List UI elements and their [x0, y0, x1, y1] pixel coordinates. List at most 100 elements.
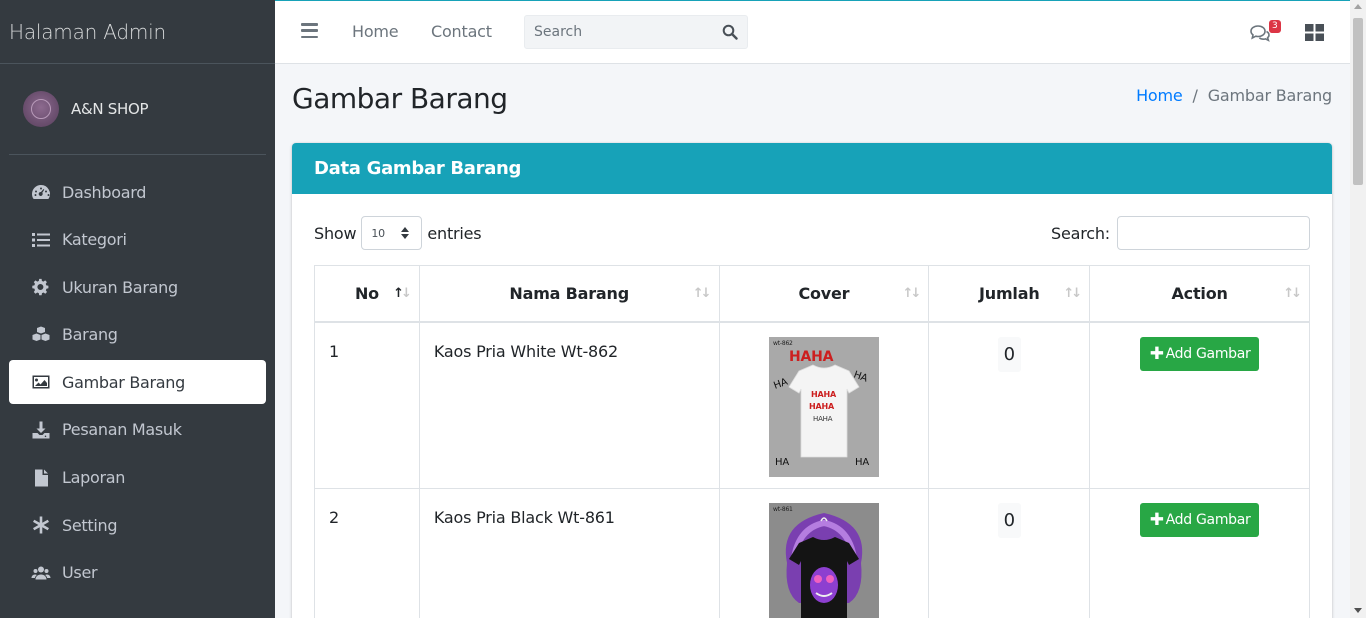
- nav-link-home[interactable]: Home: [352, 22, 399, 41]
- show-label: Show: [314, 223, 357, 243]
- hamburger-menu-icon[interactable]: [301, 23, 318, 39]
- sidebar-item-kategori[interactable]: Kategori: [9, 218, 266, 262]
- sidebar-item-ukuran-barang[interactable]: Ukuran Barang: [9, 265, 266, 309]
- svg-text:HA: HA: [775, 457, 789, 468]
- plus-icon: ✚: [1149, 343, 1164, 364]
- svg-text:HAHA: HAHA: [809, 402, 835, 411]
- sort-icon: ↑↓: [1283, 286, 1302, 301]
- asterisk-icon: [30, 514, 52, 536]
- entries-length-control: Show 10 entries: [314, 216, 482, 250]
- search-icon[interactable]: [719, 22, 741, 42]
- column-header-nama-barang[interactable]: Nama Barang ↑↓: [418, 265, 720, 323]
- brand[interactable]: Halaman Admin: [0, 0, 275, 64]
- page-title: Gambar Barang: [292, 82, 508, 115]
- cell-no: 1: [314, 321, 420, 489]
- sidebar-item-label: User: [62, 563, 98, 583]
- jumlah-value: 0: [997, 503, 1021, 538]
- top-navbar: Home Contact 3: [275, 0, 1350, 64]
- table-search: Search:: [1051, 216, 1310, 250]
- gear-icon: [30, 276, 52, 298]
- product-cover-image: wt-862 HAHA HA HA HAHA HAHA HAHA HA HA: [768, 336, 879, 477]
- scroll-thumb[interactable]: [1353, 18, 1363, 185]
- sort-icon: ↑↓: [1063, 286, 1082, 301]
- table-row: 1 Kaos Pria White Wt-862 wt-862 HAHA HA …: [314, 321, 1310, 489]
- scroll-down-arrow-icon[interactable]: [1354, 608, 1362, 613]
- sidebar-nav: Dashboard Kategori Ukuran Barang Barang …: [9, 170, 266, 598]
- sidebar-item-label: Pesanan Masuk: [62, 420, 182, 440]
- page-scrollbar[interactable]: [1350, 0, 1366, 618]
- card-header: Data Gambar Barang: [292, 143, 1332, 194]
- sidebar: Halaman Admin A&N SHOP Dashboard Kategor…: [0, 0, 275, 618]
- sidebar-item-label: Dashboard: [62, 182, 147, 202]
- cell-jumlah: 0: [928, 488, 1091, 618]
- breadcrumb-home[interactable]: Home: [1136, 86, 1183, 105]
- sidebar-item-label: Gambar Barang: [62, 372, 185, 392]
- table-search-label: Search:: [1051, 223, 1110, 243]
- column-header-action[interactable]: Action ↑↓: [1089, 265, 1310, 323]
- cubes-icon: [30, 324, 52, 346]
- table-search-input[interactable]: [1117, 216, 1310, 250]
- svg-text:wt-861: wt-861: [773, 506, 793, 513]
- nav-link-contact[interactable]: Contact: [431, 22, 492, 41]
- jumlah-value: 0: [997, 336, 1021, 372]
- breadcrumb-separator: /: [1192, 86, 1198, 105]
- sidebar-item-label: Setting: [62, 515, 118, 535]
- navbar-search-input[interactable]: [525, 24, 705, 40]
- user-name[interactable]: A&N SHOP: [71, 100, 149, 118]
- dashboard-icon: [30, 181, 52, 203]
- svg-text:HA: HA: [855, 457, 869, 468]
- add-gambar-button[interactable]: ✚ Add Gambar: [1139, 336, 1260, 371]
- cell-action: ✚ Add Gambar: [1089, 321, 1310, 489]
- breadcrumb-current: Gambar Barang: [1207, 86, 1332, 105]
- svg-text:HAHA: HAHA: [789, 349, 834, 365]
- cell-cover: wt-861: [718, 488, 930, 618]
- sidebar-item-label: Laporan: [62, 468, 126, 488]
- cell-nama-barang: Kaos Pria White Wt-862: [418, 321, 720, 489]
- list-icon: [30, 229, 52, 251]
- column-header-cover[interactable]: Cover ↑↓: [718, 265, 930, 323]
- sidebar-item-label: Barang: [62, 325, 118, 345]
- data-card: Data Gambar Barang Show 10 entries Searc…: [292, 143, 1332, 618]
- sidebar-item-user[interactable]: User: [9, 551, 266, 595]
- file-icon: [30, 467, 52, 489]
- apps-grid-icon[interactable]: [1305, 24, 1324, 41]
- sort-icon: ↑↓: [692, 286, 712, 301]
- sidebar-item-pesanan-masuk[interactable]: Pesanan Masuk: [9, 408, 266, 452]
- column-header-jumlah[interactable]: Jumlah ↑↓: [928, 265, 1091, 323]
- sidebar-item-label: Ukuran Barang: [62, 277, 178, 297]
- card-title: Data Gambar Barang: [314, 158, 522, 179]
- plus-icon: ✚: [1149, 510, 1164, 530]
- cell-nama-barang: Kaos Pria Black Wt-861: [418, 488, 720, 618]
- cell-cover: wt-862 HAHA HA HA HAHA HAHA HAHA HA HA: [718, 321, 930, 489]
- breadcrumb: Home / Gambar Barang: [1136, 86, 1332, 105]
- scroll-up-arrow-icon[interactable]: [1354, 4, 1362, 9]
- sidebar-item-barang[interactable]: Barang: [9, 313, 266, 357]
- table-header-row: No ↑↓ Nama Barang ↑↓ Cover ↑↓ Jumlah ↑↓ Acti…: [314, 265, 1310, 323]
- download-icon: [30, 419, 52, 441]
- navbar-search: [524, 15, 748, 49]
- messages-badge: 3: [1269, 20, 1281, 33]
- product-cover-image: wt-861: [768, 503, 879, 618]
- messages-icon[interactable]: [1249, 23, 1271, 43]
- select-arrows-icon: [401, 227, 410, 239]
- cell-jumlah: 0: [928, 321, 1091, 489]
- avatar: [23, 91, 59, 127]
- data-table: No ↑↓ Nama Barang ↑↓ Cover ↑↓ Jumlah ↑↓ Acti…: [314, 265, 1310, 618]
- cell-no: 2: [314, 488, 420, 618]
- sidebar-item-label: Kategori: [62, 230, 127, 250]
- sidebar-item-laporan[interactable]: Laporan: [9, 456, 266, 500]
- user-panel: A&N SHOP: [9, 64, 266, 155]
- entries-label: entries: [427, 223, 482, 243]
- brand-text[interactable]: Halaman Admin: [9, 20, 166, 44]
- column-header-no[interactable]: No ↑↓: [314, 265, 420, 323]
- cell-action: ✚ Add Gambar: [1089, 488, 1310, 618]
- entries-select[interactable]: 10: [361, 216, 423, 250]
- add-gambar-button[interactable]: ✚ Add Gambar: [1139, 503, 1260, 537]
- svg-text:HAHA: HAHA: [811, 390, 837, 399]
- table-row: 2 Kaos Pria Black Wt-861 wt-861 0 ✚ Add …: [314, 488, 1310, 618]
- sidebar-item-gambar-barang[interactable]: Gambar Barang: [9, 360, 266, 405]
- sidebar-item-setting[interactable]: Setting: [9, 503, 266, 547]
- sidebar-item-dashboard[interactable]: Dashboard: [9, 170, 266, 214]
- entries-select-value: 10: [371, 226, 385, 240]
- image-icon: [30, 371, 52, 393]
